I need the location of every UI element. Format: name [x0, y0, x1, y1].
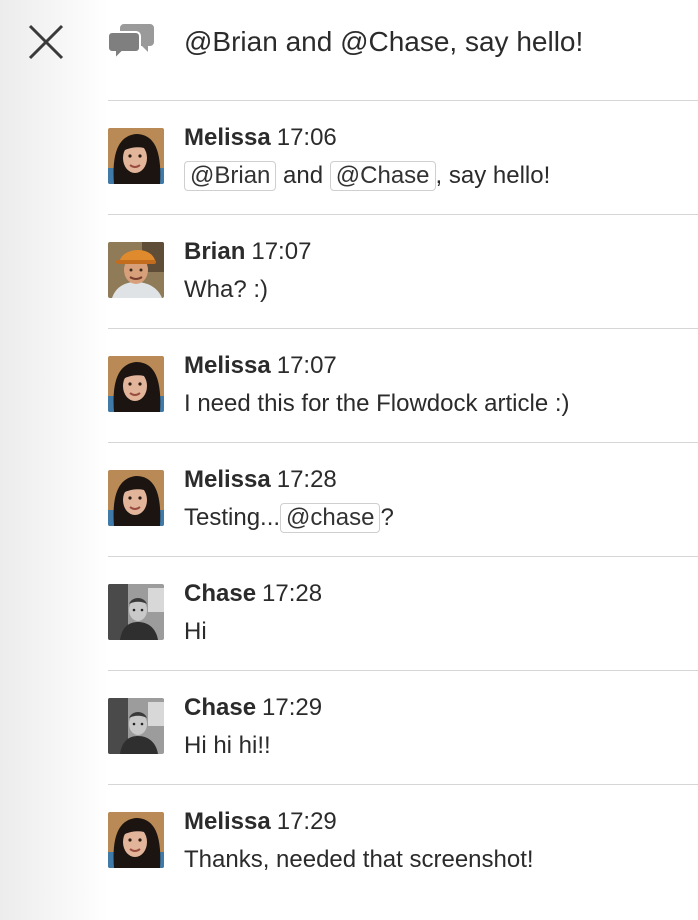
message-author[interactable]: Melissa — [184, 466, 271, 493]
message-text: Testing... — [184, 504, 281, 531]
left-gutter — [0, 0, 108, 920]
message-text: Wha? :) — [184, 276, 269, 303]
message-body: Hi — [184, 617, 207, 647]
avatar-chase[interactable] — [108, 584, 164, 640]
message-header: Melissa 17:28 — [184, 465, 337, 495]
message-text: and — [276, 162, 330, 189]
message-body: @Brian and @Chase, say hello! — [184, 161, 550, 191]
avatar-melissa[interactable] — [108, 356, 164, 412]
avatar-chase[interactable] — [108, 698, 164, 754]
message-author[interactable]: Chase — [184, 580, 256, 607]
avatar-brian[interactable] — [108, 242, 164, 298]
message-header: Brian 17:07 — [184, 237, 311, 267]
message-item: Chase 17:29 Hi hi hi!! — [108, 670, 698, 784]
message-author[interactable]: Melissa — [184, 124, 271, 151]
message-timestamp: 17:06 — [276, 124, 337, 151]
avatar-melissa[interactable] — [108, 812, 164, 868]
message-item: Brian 17:07 Wha? :) — [108, 214, 698, 328]
message-item: Chase 17:28 Hi — [108, 556, 698, 670]
message-author[interactable]: Brian — [184, 238, 245, 265]
message-header: Melissa 17:06 — [184, 123, 337, 153]
message-timestamp: 17:29 — [276, 808, 337, 835]
message-text: , say hello! — [435, 162, 551, 189]
message-timestamp: 17:29 — [262, 694, 323, 721]
mention-tag[interactable]: @chase — [280, 503, 381, 533]
message-author[interactable]: Melissa — [184, 352, 271, 379]
message-text: Hi hi hi!! — [184, 732, 271, 759]
message-body: Thanks, needed that screenshot! — [184, 845, 534, 875]
message-header: Chase 17:28 — [184, 579, 322, 609]
message-item: Melissa 17:06 @Brian and @Chase, say hello… — [108, 100, 698, 214]
message-header: Chase 17:29 — [184, 693, 322, 723]
message-timestamp: 17:28 — [276, 466, 337, 493]
mention-tag[interactable]: @Chase — [329, 161, 436, 191]
message-item: Melissa 17:07 I need this for the Flowdock… — [108, 328, 698, 442]
message-item: Melissa 17:29 Thanks, needed that screensh… — [108, 784, 698, 898]
message-timestamp: 17:07 — [276, 352, 337, 379]
message-text: Hi — [184, 618, 207, 645]
message-list: Melissa 17:06 @Brian and @Chase, say hello… — [108, 100, 698, 898]
message-body: Wha? :) — [184, 275, 268, 305]
avatar-melissa[interactable] — [108, 128, 164, 184]
message-timestamp: 17:07 — [251, 238, 312, 265]
message-text: I need this for the Flowdock article :) — [184, 390, 570, 417]
mention-tag[interactable]: @Brian — [184, 161, 277, 191]
message-body: Testing... @chase? — [184, 503, 394, 533]
chat-bubbles-icon — [107, 22, 156, 62]
message-header: Melissa 17:07 — [184, 351, 337, 381]
message-author[interactable]: Melissa — [184, 808, 271, 835]
message-body: I need this for the Flowdock article :) — [184, 389, 570, 419]
message-text: Thanks, needed that screenshot! — [184, 846, 534, 873]
message-header: Melissa 17:29 — [184, 807, 337, 837]
message-item: Melissa 17:28 Testing... @chase? — [108, 442, 698, 556]
thread-title: @Brian and @Chase, say hello! — [184, 26, 584, 57]
message-author[interactable]: Chase — [184, 694, 256, 721]
close-icon[interactable] — [22, 18, 70, 66]
thread-panel: @Brian and @Chase, say hello! Melissa 17:… — [0, 0, 698, 920]
message-body: Hi hi hi!! — [184, 731, 271, 761]
avatar-melissa[interactable] — [108, 470, 164, 526]
message-timestamp: 17:28 — [262, 580, 323, 607]
message-text: ? — [380, 504, 394, 531]
